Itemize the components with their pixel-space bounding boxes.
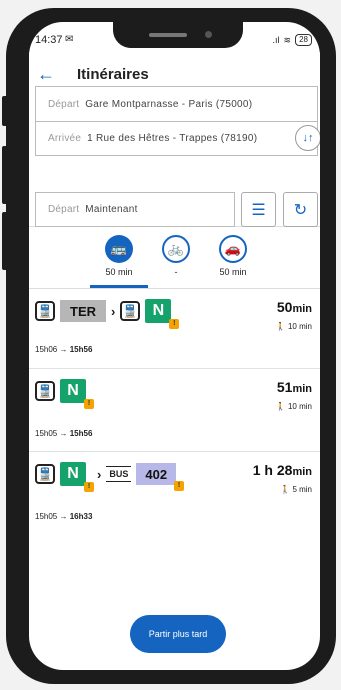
battery-icon: 28 [295, 34, 312, 46]
filter-button[interactable]: ☰ [241, 192, 276, 227]
search-header: ← Itinéraires Départ Gare Montparnasse -… [29, 52, 320, 227]
page-title: Itinéraires [77, 66, 149, 83]
line-n-badge: N! [60, 462, 94, 492]
route-times: 15h05 → 15h56 [35, 429, 93, 438]
arrivee-field[interactable]: Arrivée 1 Rue des Hêtres - Trappes (7819… [35, 121, 318, 156]
tab-bike[interactable]: 🚲 - [146, 235, 206, 277]
depart-value: Gare Montparnasse - Paris (75000) [85, 98, 253, 110]
train-icon: 🚆 [35, 381, 55, 401]
filter-icon: ☰ [251, 201, 266, 219]
tab-bike-label: - [174, 267, 178, 277]
phone-button-volume-up [2, 146, 8, 204]
wifi-icon: ≋ [283, 34, 292, 45]
train-icon: 🚆 [35, 464, 55, 484]
route-times: 15h06 → 15h56 [35, 345, 93, 354]
chevron-right-icon: › [111, 303, 116, 319]
route-lines: 🚆 N! › BUS 402! [35, 462, 185, 492]
line-n-badge: N! [145, 299, 180, 329]
back-arrow-icon[interactable]: ← [37, 65, 55, 83]
signal-icon: .ıl [272, 35, 280, 45]
active-tab-indicator [90, 285, 148, 288]
car-icon: 🚗 [219, 235, 247, 263]
walk-time: 🚶 10 min [275, 402, 312, 411]
route-duration: 1 h 28min [252, 462, 312, 478]
walk-icon: 🚶 [275, 402, 286, 411]
train-icon: 🚆 [35, 301, 55, 321]
transport-mode-tabs: 🚌 50 min 🚲 - 🚗 50 min [29, 227, 320, 289]
route-duration: 51min [276, 379, 312, 395]
depart-label: Départ [48, 98, 80, 110]
tab-car-label: 50 min [219, 267, 247, 277]
warning-icon: ! [84, 482, 94, 492]
route-times: 15h05 → 16h33 [35, 512, 93, 521]
route-item[interactable]: 🚆 TER › 🚆 N! 50min 🚶 10 min 15h06 → 15h5… [29, 289, 320, 369]
mail-icon: ✉ [65, 34, 74, 45]
screen: 14:37 ✉ .ıl ≋ 28 ← Itinéraires Départ Ga… [29, 22, 320, 670]
route-lines: 🚆 N! [35, 379, 94, 409]
tab-transit[interactable]: 🚌 50 min [89, 235, 149, 277]
route-item[interactable]: 🚆 N! 51min 🚶 10 min 15h05 → 15h56 [29, 369, 320, 452]
walk-icon: 🚶 [280, 485, 291, 494]
chevron-right-icon: › [97, 466, 102, 482]
disruption-icon: ! [174, 481, 185, 491]
phone-button-mute [2, 96, 8, 126]
time-value: Maintenant [85, 204, 138, 215]
bus-icon: 🚌 [105, 235, 133, 263]
bus-label: BUS [106, 466, 132, 482]
walk-time: 🚶 10 min [275, 322, 312, 331]
bike-icon: 🚲 [162, 235, 190, 263]
walk-time: 🚶 5 min [280, 485, 312, 494]
route-duration: 50min [276, 299, 312, 315]
arrivee-value: 1 Rue des Hêtres - Trappes (78190) [87, 133, 258, 144]
train-icon: 🚆 [120, 301, 141, 321]
time-label: Départ [48, 204, 80, 215]
swap-icon[interactable]: ↓↑ [295, 125, 320, 151]
line-n-badge: N! [60, 379, 94, 409]
refresh-icon: ↻ [293, 201, 308, 219]
route-lines: 🚆 TER › 🚆 N! [35, 299, 180, 329]
arrivee-label: Arrivée [48, 133, 82, 144]
depart-later-button[interactable]: Partir plus tard [130, 615, 226, 653]
phone-button-volume-down [2, 212, 8, 270]
bus-402-badge: 402! [136, 463, 185, 491]
time-field[interactable]: Départ Maintenant [35, 192, 235, 227]
warning-icon: ! [84, 399, 94, 409]
refresh-button[interactable]: ↻ [283, 192, 318, 227]
warning-icon: ! [169, 319, 180, 329]
walk-icon: 🚶 [275, 322, 286, 331]
tab-transit-label: 50 min [105, 267, 133, 277]
status-time: 14:37 [35, 34, 63, 46]
status-bar: 14:37 ✉ .ıl ≋ 28 [35, 34, 312, 50]
route-item[interactable]: 🚆 N! › BUS 402! 1 h 28min 🚶 5 min 15h05 … [29, 452, 320, 535]
tab-car[interactable]: 🚗 50 min [203, 235, 263, 277]
ter-badge: TER [60, 300, 106, 322]
depart-field[interactable]: Départ Gare Montparnasse - Paris (75000) [35, 86, 318, 121]
